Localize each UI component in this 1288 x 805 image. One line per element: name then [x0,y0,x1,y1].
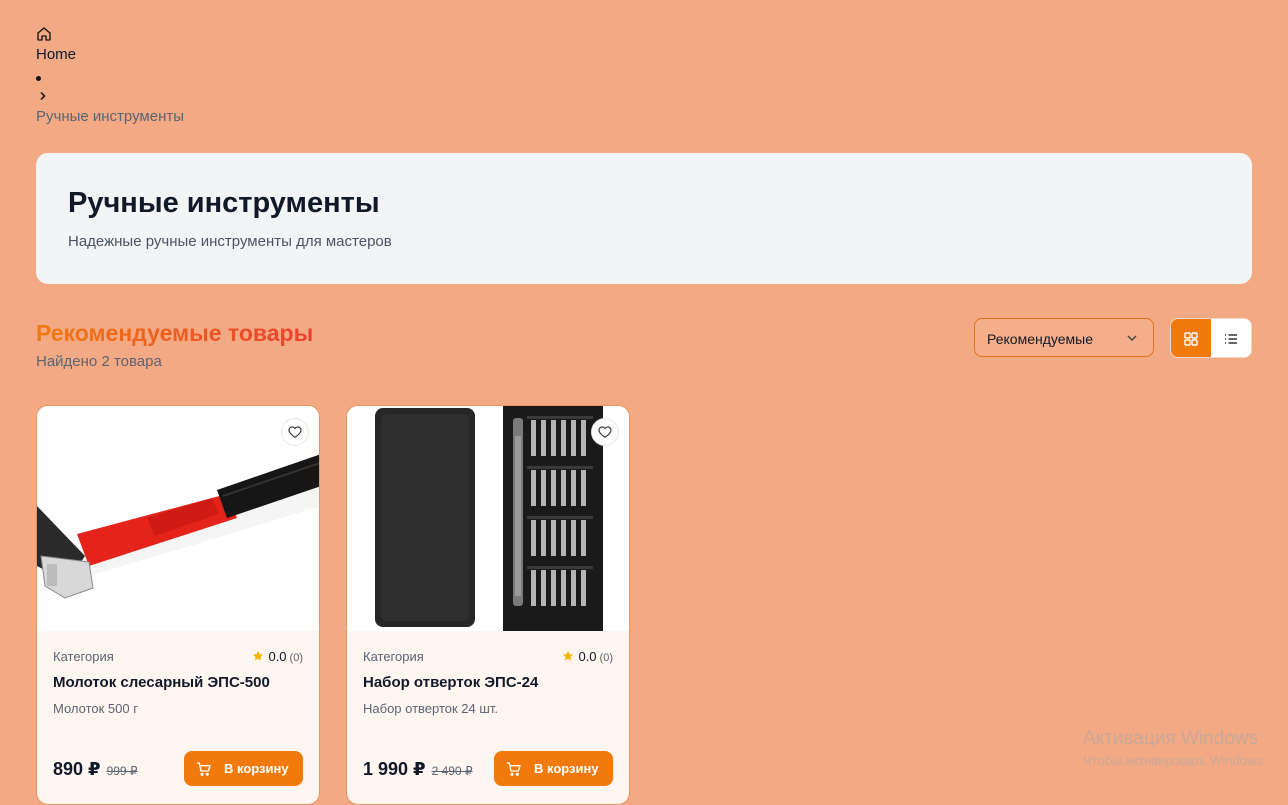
product-category: Категория [363,649,424,664]
hammer-image [37,406,319,631]
product-category: Категория [53,649,114,664]
current-price: 890 ₽ [53,759,101,779]
breadcrumb-bullet [36,76,41,81]
product-image[interactable] [347,406,629,631]
heart-icon [598,426,612,438]
product-rating: 0.0 (0) [562,649,613,664]
chevron-right-icon [40,91,46,101]
favorite-button[interactable] [281,418,309,446]
rating-value: 0.0 [578,649,597,664]
product-card[interactable]: Категория 0.0 (0) Молоток слесарный ЭПС-5… [36,405,320,805]
product-description: Набор отверток 24 шт. [363,701,498,716]
sort-selected-value: Рекомендуемые [987,331,1093,347]
screwdriver-set-image [347,406,629,631]
watermark-title: Активация Windows [1083,728,1259,749]
grid-icon [1184,332,1198,346]
cart-icon [196,762,211,776]
add-to-cart-button[interactable]: В корзину [494,751,613,786]
product-image[interactable] [37,406,319,631]
star-icon [563,651,574,661]
view-toggle [1170,318,1252,358]
product-price: 890 ₽ 999 ₽ [53,759,138,780]
section-title: Рекомендуемые товары [36,320,314,346]
watermark-subtitle: Чтобы активировать Windows [1083,753,1263,768]
rating-count: (0) [289,652,303,664]
add-to-cart-label: В корзину [534,761,599,776]
product-name[interactable]: Набор отверток ЭПС-24 [363,674,538,691]
breadcrumb-home-link[interactable]: Home [36,46,76,63]
page-subtitle: Надежные ручные инструменты для мастеров [68,233,392,250]
add-to-cart-label: В корзину [224,761,289,776]
old-price: 2 490 ₽ [431,764,473,778]
results-count: Найдено 2 товара [36,353,162,370]
grid-view-button[interactable] [1171,319,1211,357]
rating-count: (0) [599,652,613,664]
favorite-button[interactable] [591,418,619,446]
product-price: 1 990 ₽ 2 490 ₽ [363,759,473,780]
star-icon [253,651,264,661]
rating-value: 0.0 [268,649,287,664]
add-to-cart-button[interactable]: В корзину [184,751,303,786]
list-view-button[interactable] [1211,319,1251,357]
windows-activation-watermark: Активация Windows Чтобы активировать Win… [1083,728,1263,768]
cart-icon [506,762,521,776]
heart-icon [288,426,302,438]
current-price: 1 990 ₽ [363,759,426,779]
page-title: Ручные инструменты [68,187,380,219]
product-description: Молоток 500 г [53,701,138,716]
category-hero: Ручные инструменты Надежные ручные инстр… [36,153,1252,284]
old-price: 999 ₽ [106,764,138,778]
product-card[interactable]: Категория 0.0 (0) Набор отверток ЭПС-24 Н… [346,405,630,805]
sort-select[interactable]: Рекомендуемые [974,318,1154,357]
product-name[interactable]: Молоток слесарный ЭПС-500 [53,674,270,691]
product-rating: 0.0 (0) [252,649,303,664]
breadcrumb-current: Ручные инструменты [36,108,185,125]
chevron-down-icon [1127,335,1137,342]
home-icon[interactable] [36,26,52,42]
list-icon [1225,334,1237,344]
